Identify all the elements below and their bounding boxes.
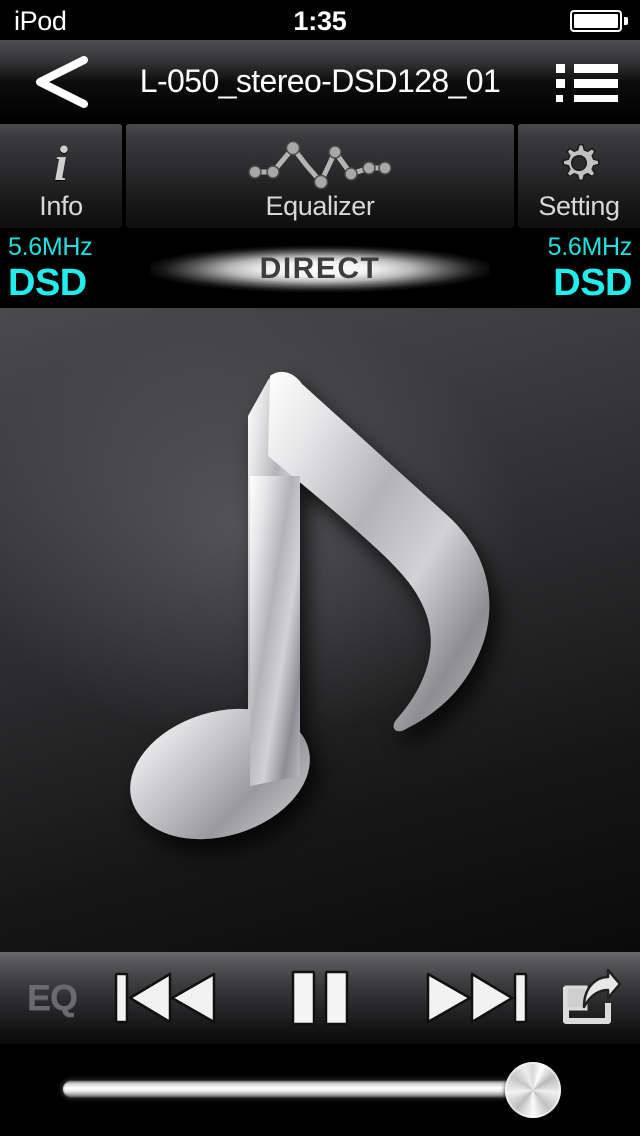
music-player-screen: iPod 1:35 L-050_stereo-DSD128_01 i Info … [0,0,640,1136]
setting-button[interactable]: Setting [518,124,640,228]
equalizer-button-label: Equalizer [265,191,375,221]
share-icon [563,969,622,1024]
setting-button-label: Setting [538,191,620,221]
music-note-icon [130,371,490,840]
previous-track-icon [114,972,216,1024]
feature-toolbar: i Info Equalizer Setting [0,122,640,230]
transport-control-bar: EQ [0,952,640,1044]
playlist-button[interactable] [556,64,618,104]
list-line [574,95,618,102]
direct-mode-badge: DIRECT [150,244,490,294]
list-line [574,64,618,73]
volume-slider[interactable] [0,1044,640,1136]
direct-badge-label: DIRECT [259,252,381,285]
sample-rate-right: 5.6MHz [547,233,633,261]
gear-icon [518,136,640,190]
next-track-icon [426,972,528,1024]
list-bullet [556,95,563,102]
battery-fill [574,14,618,28]
status-clock: 1:35 [293,6,347,36]
info-button[interactable]: i Info [0,124,122,228]
page-title: L-050_stereo-DSD128_01 [139,62,501,99]
eq-button[interactable]: EQ [6,952,98,1044]
format-left: 5.6MHz DSD [8,232,168,304]
volume-slider-track[interactable] [62,1080,558,1098]
list-row-2 [556,79,618,89]
play-pause-button[interactable] [256,952,384,1044]
info-button-label: Info [39,191,83,221]
info-icon: i [54,135,68,191]
battery-full-icon [570,10,622,32]
album-artwork-area[interactable] [0,308,640,952]
pause-icon [291,970,349,1026]
playlist-list-icon [556,64,618,74]
format-name-right: DSD [553,262,632,304]
list-bullet [556,79,565,88]
previous-track-button[interactable] [106,952,224,1044]
volume-slider-knob[interactable] [505,1062,562,1118]
navigation-bar: L-050_stereo-DSD128_01 [0,40,640,122]
list-line [574,79,618,88]
next-track-button[interactable] [418,952,536,1044]
format-name-left: DSD [8,262,87,304]
equalizer-curve-icon [126,136,514,190]
equalizer-button[interactable]: Equalizer [126,124,514,228]
ios-status-bar: iPod 1:35 [0,0,640,40]
format-right: 5.6MHz DSD [472,232,633,304]
battery-nub [624,17,628,25]
list-bullet [556,64,565,73]
sample-rate-left: 5.6MHz [8,233,93,261]
share-button[interactable] [548,952,634,1044]
back-button[interactable] [30,56,94,108]
list-row-3 [556,94,618,104]
chevron-left-icon [36,56,88,108]
eq-button-label: EQ [26,977,78,1018]
